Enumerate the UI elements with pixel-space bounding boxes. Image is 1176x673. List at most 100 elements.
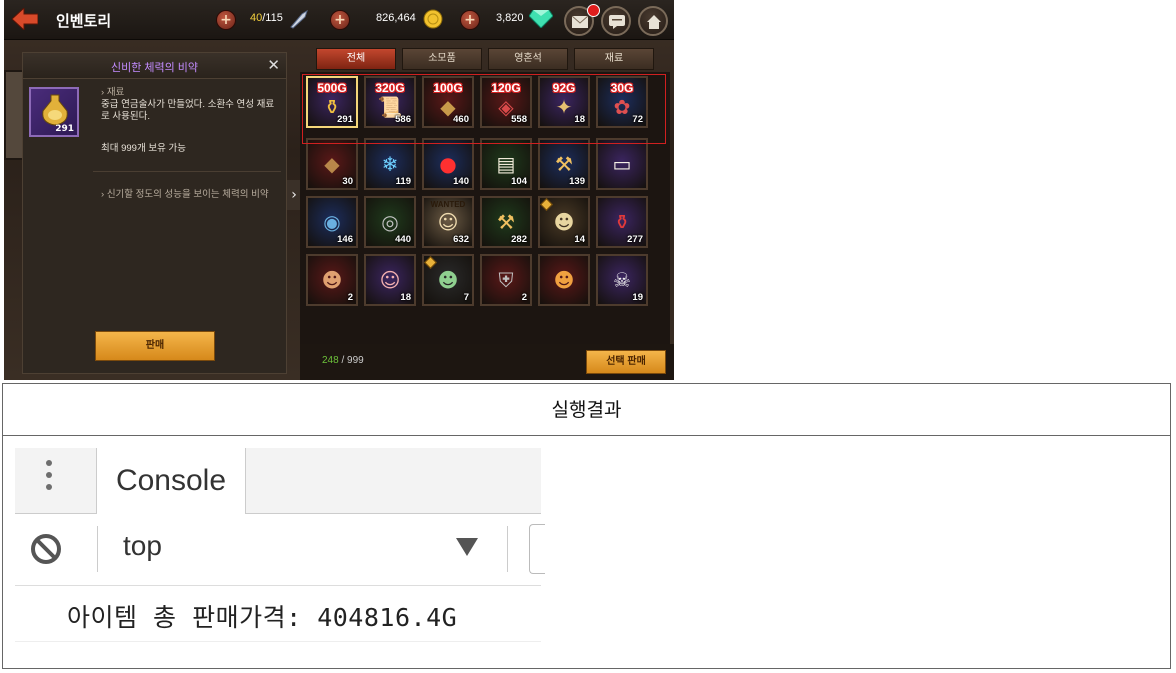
potion-icon [42,94,68,126]
wanted-poster-icon: ☺ [437,210,459,234]
home-icon [647,15,661,29]
close-icon[interactable]: ✕ [267,56,280,74]
item-detail-panel: 신비한 체력의 비약 ✕ 291 › 재료 중급 연금술사가 만들었다. 소환수… [22,52,287,374]
inventory-slot[interactable]: ☻ 14 [538,196,590,248]
green-witch-icon: ☻ [437,268,459,292]
chat-icon [609,15,625,29]
item-description: 중급 연금술사가 만들었다. 소환수 연성 재료로 사용된다. [101,99,275,122]
axe-icon: ⚒ [497,210,515,234]
page-title: 인벤토리 [56,13,112,30]
chat-button[interactable] [601,6,631,36]
inventory-slot[interactable]: ☺ 18 [364,254,416,306]
inventory-slot[interactable]: ◉ 146 [306,196,358,248]
notification-badge [587,4,600,17]
clear-console-icon[interactable] [29,532,63,566]
detail-header: 신비한 체력의 비약 ✕ [23,53,286,79]
item-quantity: 14 [574,234,585,245]
add-gold-button[interactable]: + [330,10,350,30]
blue-coin-icon: ◉ [323,210,341,234]
back-arrow-icon[interactable] [12,8,38,30]
inventory-slot[interactable]: ▤ 104 [480,138,532,190]
inventory-slot[interactable]: ⛨ 2 [480,254,532,306]
item-quantity: 104 [511,176,527,187]
fox-beast-icon: ☻ [553,268,575,292]
add-gems-button[interactable]: + [460,10,480,30]
inventory-slot[interactable]: ⚒ 139 [538,138,590,190]
context-selector[interactable]: top [123,530,162,562]
item-quantity: 282 [511,234,527,245]
inventory-slot[interactable]: ☺ WANTED 632 [422,196,474,248]
axe-icon: ⚒ [555,152,573,176]
console-log-line: 아이템 총 판매가격: 404816.4G [67,603,458,632]
brown-stone-icon: ◆ [324,152,340,176]
caret-down-icon[interactable] [456,538,478,556]
quill-icon [290,9,308,29]
toolbar-divider [507,526,508,572]
result-table: 실행결과 Console top 아이템 총 판매가격: 404816.4G [2,383,1171,669]
inventory-slot[interactable]: ◎ 440 [364,196,416,248]
kebab-menu-icon[interactable] [45,460,53,500]
tab-materials[interactable]: 재료 [574,48,654,70]
console-toolbar: top [15,514,545,586]
item-count: 291 [55,124,74,134]
home-button[interactable] [638,6,668,36]
console-tab-bar: Console [15,448,541,514]
top-bar: 인벤토리 + 40/115 + 826,464 + 3,820 [4,0,674,40]
inventory-slot[interactable]: ▭ [596,138,648,190]
inventory-slot[interactable]: ◆ 30 [306,138,358,190]
tab-console[interactable]: Console [96,448,246,514]
tab-all[interactable]: 전체 [316,48,396,70]
item-quantity: 30 [342,176,353,187]
item-flavor: › 신기할 정도의 성능을 보이는 체력의 비약 [101,189,269,200]
goblin-icon: ☻ [321,268,343,292]
red-potion-icon: ⚱ [613,210,631,234]
gem-icon [529,10,553,28]
item-thumbnail: 291 [29,87,79,137]
divider [93,171,281,172]
item-limit: 최대 999개 보유 가능 [101,143,186,154]
stamina-value: 40/115 [250,12,283,24]
stamina-max: /115 [262,12,283,24]
item-quantity: 119 [395,176,411,187]
result-header: 실행결과 [3,384,1170,436]
inventory-capacity: 248 / 999 [322,355,364,366]
item-quantity: 139 [569,176,585,187]
gold-value: 826,464 [376,12,416,24]
golem-face-icon: ☻ [553,210,575,234]
item-quantity: 140 [453,176,469,187]
bone-card-icon: ▭ [612,152,632,176]
inventory-slot[interactable]: ☻ [538,254,590,306]
item-quantity: 2 [521,292,527,303]
sell-button[interactable]: 판매 [95,331,215,361]
skull-icon: ☠ [613,268,631,292]
inventory-slot[interactable]: ❄ 119 [364,138,416,190]
snowflake-icon: ❄ [381,152,399,176]
inventory-slot[interactable]: ⚒ 282 [480,196,532,248]
rank-diamond-icon [424,256,437,269]
gold-coin-icon [423,9,443,29]
item-category: › 재료 [101,87,125,98]
parchment-icon: ▤ [496,152,516,176]
inventory-slot[interactable]: ● 140 [422,138,474,190]
pig-face-icon: ☺ [379,268,401,292]
inventory-slot[interactable]: ☻ 2 [306,254,358,306]
envelope-icon [572,16,588,28]
inventory-slot[interactable]: ☠ 19 [596,254,648,306]
inventory-slot[interactable]: ⚱ 277 [596,196,648,248]
capacity-used: 248 [322,355,339,366]
silver-coin-icon: ◎ [381,210,399,234]
add-stamina-button[interactable]: + [216,10,236,30]
item-quantity: 632 [453,234,469,245]
gems-value: 3,820 [496,12,524,24]
item-quantity: 440 [395,234,411,245]
capacity-max: / 999 [338,355,364,366]
chevron-right-icon[interactable]: › [287,180,301,210]
tab-soulstones[interactable]: 영혼석 [488,48,568,70]
item-quantity: 146 [337,234,353,245]
tab-consumables[interactable]: 소모품 [402,48,482,70]
select-sell-button[interactable]: 선택 판매 [586,350,666,374]
filter-input[interactable] [529,524,545,574]
item-quantity: 19 [632,292,643,303]
inventory-slot[interactable]: ☻ 7 [422,254,474,306]
red-orb-icon: ● [439,152,457,176]
